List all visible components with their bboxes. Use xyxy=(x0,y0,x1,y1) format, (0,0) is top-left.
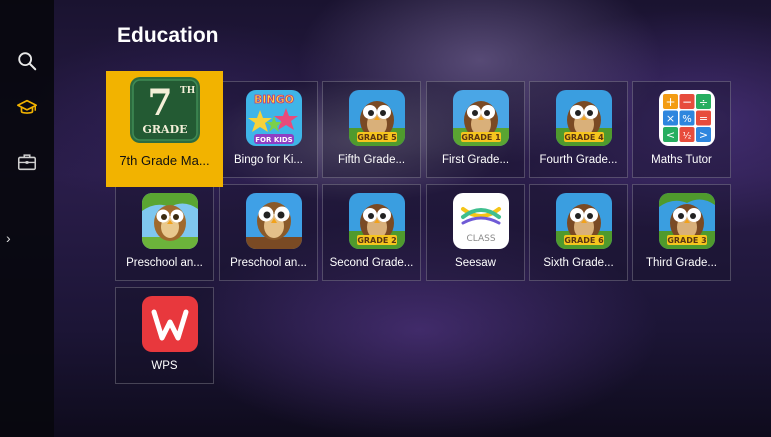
owl-badge: GRADE 5 xyxy=(357,133,397,142)
app-tile-preschool-1[interactable]: Preschool an... xyxy=(115,184,214,281)
svg-text:+: + xyxy=(665,95,675,109)
app-label: Second Grade... xyxy=(329,257,414,269)
app-label: Preschool an... xyxy=(230,257,307,269)
owl-preschool-2-icon xyxy=(246,193,302,249)
app-label: Third Grade... xyxy=(646,257,717,269)
grade-7-badge-text: GRADE xyxy=(143,123,188,136)
svg-text:½: ½ xyxy=(683,132,692,142)
owl-badge: GRADE 3 xyxy=(667,236,706,245)
app-label: WPS xyxy=(151,360,178,372)
grade-7-icon: 7 TH GRADE xyxy=(130,77,200,143)
seesaw-icon: CLASS xyxy=(453,193,509,249)
owl-grade-5-icon: GRADE 5 xyxy=(349,90,405,146)
seesaw-badge: CLASS xyxy=(466,234,495,244)
owl-grade-6-icon: GRADE 6 xyxy=(556,193,612,249)
app-label: Maths Tutor xyxy=(651,154,712,166)
svg-text:÷: ÷ xyxy=(699,96,708,109)
app-label: Seesaw xyxy=(455,257,496,269)
maths-tutor-icon: + − ÷ × % = < ½ > xyxy=(659,90,715,146)
wps-icon xyxy=(142,296,198,352)
owl-grade-1-icon: GRADE 1 xyxy=(453,90,509,146)
briefcase-icon[interactable] xyxy=(15,150,39,174)
svg-text:−: − xyxy=(682,95,692,109)
owl-grade-2-icon: GRADE 2 xyxy=(349,193,405,249)
app-label: 7th Grade Ma... xyxy=(119,153,210,168)
page-title: Education xyxy=(117,24,219,47)
expand-sidebar-chevron-icon[interactable]: › xyxy=(6,230,18,246)
grade-7-badge-number: 7 xyxy=(147,82,172,124)
svg-text:=: = xyxy=(699,112,708,125)
app-tile-sixth-grade[interactable]: GRADE 6 Sixth Grade... xyxy=(529,184,628,281)
bingo-badge-title: BINGO xyxy=(254,93,294,106)
app-label: Fourth Grade... xyxy=(539,154,618,166)
owl-badge: GRADE 1 xyxy=(461,133,501,142)
app-tile-fifth-grade[interactable]: GRADE 5 Fifth Grade... xyxy=(322,81,421,178)
app-tile-maths-tutor[interactable]: + − ÷ × % = < ½ > Maths Tutor xyxy=(632,81,731,178)
app-label: First Grade... xyxy=(441,154,510,166)
app-tile-first-grade[interactable]: GRADE 1 First Grade... xyxy=(426,81,525,178)
grade-7-badge-sup: TH xyxy=(180,86,196,96)
app-tile-fourth-grade[interactable]: GRADE 4 Fourth Grade... xyxy=(529,81,628,178)
svg-text:<: < xyxy=(666,129,675,142)
app-tile-preschool-2[interactable]: Preschool an... xyxy=(219,184,318,281)
owl-grade-3-icon: GRADE 3 xyxy=(659,193,715,249)
bingo-badge-subtitle: FOR KIDS xyxy=(255,136,292,144)
owl-badge: GRADE 4 xyxy=(564,133,604,142)
launcher-screen: › Education 7 TH GRADE 7th Grade Ma... B… xyxy=(0,0,771,437)
bingo-icon: BINGO FOR KIDS xyxy=(246,90,302,146)
sidebar: › xyxy=(0,0,54,437)
app-tile-second-grade[interactable]: GRADE 2 Second Grade... xyxy=(322,184,421,281)
app-tile-seesaw[interactable]: CLASS Seesaw xyxy=(426,184,525,281)
svg-text:>: > xyxy=(699,129,708,142)
app-tile-7th-grade-math[interactable]: 7 TH GRADE 7th Grade Ma... xyxy=(106,71,223,187)
search-icon[interactable] xyxy=(15,49,39,73)
svg-text:%: % xyxy=(682,114,692,125)
svg-text:×: × xyxy=(666,112,675,125)
app-tile-bingo-for-kids[interactable]: BINGO FOR KIDS Bingo for Ki... xyxy=(219,81,318,178)
owl-preschool-icon xyxy=(142,193,198,249)
app-tile-third-grade[interactable]: GRADE 3 Third Grade... xyxy=(632,184,731,281)
owl-grade-4-icon: GRADE 4 xyxy=(556,90,612,146)
app-label: Bingo for Ki... xyxy=(233,154,304,166)
app-label: Sixth Grade... xyxy=(543,257,614,269)
graduation-cap-icon[interactable] xyxy=(15,96,39,120)
app-tile-wps[interactable]: WPS xyxy=(115,287,214,384)
owl-badge: GRADE 6 xyxy=(564,236,604,245)
owl-badge: GRADE 2 xyxy=(357,236,396,245)
app-label: Fifth Grade... xyxy=(337,154,406,166)
app-label: Preschool an... xyxy=(126,257,203,269)
